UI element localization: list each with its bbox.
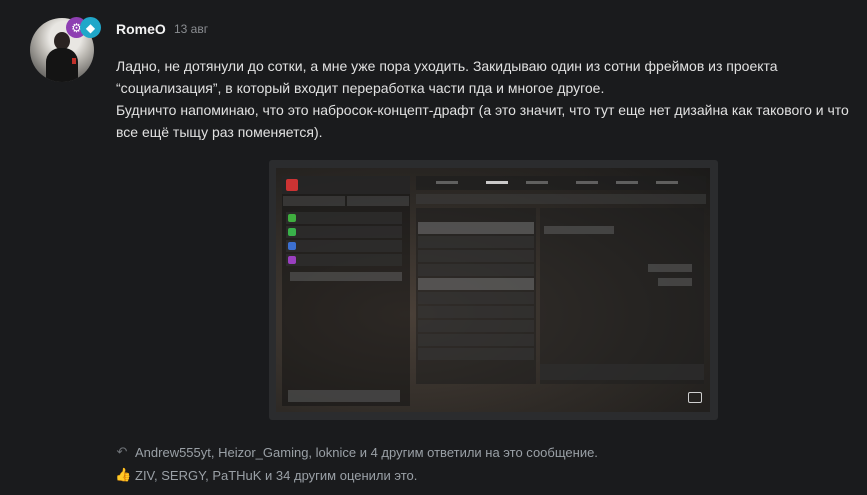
message-line: “социализация”, в который входит перераб… — [116, 80, 605, 96]
message-line: Будничто напоминаю, что это набросок-кон… — [116, 102, 849, 118]
screenshot-image — [276, 168, 710, 412]
replies-text[interactable]: Andrew555yt, Heizor_Gaming, loknice и 4 … — [135, 445, 598, 460]
message-line: Ладно, не дотянули до сотки, а мне уже п… — [116, 58, 778, 74]
chat-panel — [540, 208, 704, 384]
attached-screenshot[interactable] — [269, 160, 718, 420]
message-body: Ладно, не дотянули до сотки, а мне уже п… — [116, 55, 856, 143]
friends-panel — [282, 176, 410, 406]
chat-input — [540, 364, 704, 380]
bottom-button — [288, 390, 400, 402]
reply-arrow-icon: ↶ — [116, 444, 128, 459]
message-line: все ещё тыщу раз поменяется). — [116, 124, 323, 140]
reactions-line[interactable]: 👍 ZIV, SERGY, PaTHuK и 34 другим оценили… — [115, 467, 417, 483]
player-list — [416, 208, 536, 384]
reactions-text[interactable]: ZIV, SERGY, PaTHuK и 34 другим оценили э… — [135, 468, 417, 483]
top-nav — [416, 176, 706, 190]
post-date[interactable]: 13 авг — [174, 22, 208, 36]
image-icon[interactable] — [688, 392, 702, 403]
search-strip — [416, 194, 706, 204]
diamond-icon: ◆ — [80, 17, 101, 38]
author-name[interactable]: RomeO — [116, 21, 166, 37]
thumbs-up-icon: 👍 — [115, 467, 132, 482]
replies-line[interactable]: ↶ Andrew555yt, Heizor_Gaming, loknice и … — [115, 444, 598, 460]
